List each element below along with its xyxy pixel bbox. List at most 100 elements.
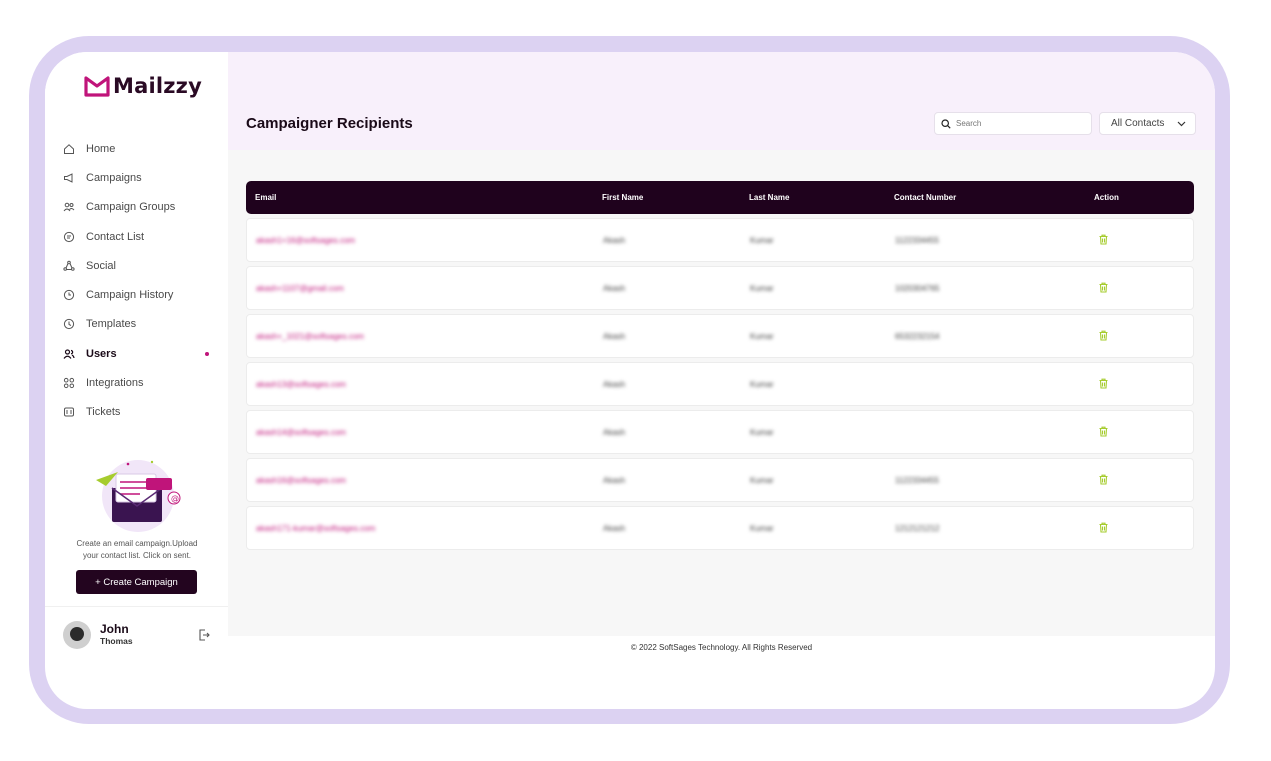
trash-icon[interactable] (1098, 234, 1109, 245)
profile-name: John (100, 622, 129, 636)
column-header-first-name[interactable]: First Name (602, 193, 643, 202)
table-row[interactable]: akash1+16@softsages.com Akash Kumar 1122… (246, 218, 1194, 262)
email-cell: akash14@softsages.com (256, 428, 346, 437)
sidebar-item-social[interactable]: Social (62, 251, 228, 280)
logo-mark-icon (84, 76, 110, 97)
promo-text: Create an email campaign.Upload your con… (76, 539, 198, 560)
social-icon (62, 259, 76, 273)
trash-icon[interactable] (1098, 474, 1109, 485)
avatar[interactable] (63, 621, 91, 649)
contact-number-cell: 1122334455 (895, 476, 939, 485)
grid-icon (62, 376, 76, 390)
megaphone-icon (62, 171, 76, 185)
sidebar-item-home[interactable]: Home (62, 134, 228, 163)
page-header: Campaigner Recipients All Contacts (228, 52, 1215, 150)
sidebar-item-label: Contact List (86, 230, 145, 243)
logo[interactable]: Mailzzy (83, 74, 202, 98)
user-profile[interactable]: John Thomas (45, 606, 228, 649)
last-name-cell: Kumar (750, 524, 774, 533)
filter-value: All Contacts (1111, 118, 1165, 129)
column-header-email[interactable]: Email (255, 193, 276, 202)
create-campaign-button[interactable]: + Create Campaign (76, 570, 197, 594)
svg-text:@: @ (171, 494, 179, 503)
sidebar-item-campaign-groups[interactable]: Campaign Groups (62, 193, 228, 222)
sidebar-item-campaign-history[interactable]: Campaign History (62, 280, 228, 309)
sidebar-item-label: Social (86, 259, 116, 272)
search-box[interactable] (934, 112, 1092, 135)
first-name-cell: Akash (603, 524, 626, 533)
last-name-cell: Kumar (750, 332, 774, 341)
sidebar-item-label: Tickets (86, 406, 121, 419)
trash-icon[interactable] (1098, 522, 1109, 533)
email-cell: akash13@softsages.com (256, 380, 346, 389)
table-row[interactable]: akash16@softsages.com Akash Kumar 112233… (246, 458, 1194, 502)
users-icon (62, 347, 76, 361)
last-name-cell: Kumar (750, 428, 774, 437)
table-row[interactable]: akash+_1021@softsages.com Akash Kumar 65… (246, 314, 1194, 358)
first-name-cell: Akash (603, 380, 626, 389)
sidebar-item-campaigns[interactable]: Campaigns (62, 163, 228, 192)
sidebar-item-label: Campaigns (86, 171, 142, 184)
sidebar-item-label: Campaign History (86, 289, 174, 302)
trash-icon[interactable] (1098, 330, 1109, 341)
contact-number-cell: 1020304765 (895, 284, 940, 293)
first-name-cell: Akash (603, 332, 626, 341)
first-name-cell: Akash (603, 428, 626, 437)
ticket-icon (62, 405, 76, 419)
sidebar-item-integrations[interactable]: Integrations (62, 368, 228, 397)
trash-icon[interactable] (1098, 426, 1109, 437)
footer: © 2022 SoftSages Technology. All Rights … (228, 636, 1215, 666)
active-indicator-dot (205, 352, 209, 357)
template-icon (62, 317, 76, 331)
last-name-cell: Kumar (750, 476, 774, 485)
contact-number-cell: 1122334455 (895, 236, 939, 245)
column-header-last-name[interactable]: Last Name (749, 193, 789, 202)
sidebar: Mailzzy Home Campaigns Campaign Groups C… (45, 52, 228, 636)
column-header-contact-number[interactable]: Contact Number (894, 193, 956, 202)
sidebar-item-templates[interactable]: Templates (62, 310, 228, 339)
email-cell: akash171-kumar@softsages.com (256, 524, 376, 533)
app-screen: Mailzzy Home Campaigns Campaign Groups C… (45, 52, 1215, 709)
search-input[interactable] (956, 119, 1076, 128)
profile-surname: Thomas (100, 636, 133, 646)
sidebar-item-tickets[interactable]: Tickets (62, 398, 228, 427)
search-icon (941, 118, 951, 129)
first-name-cell: Akash (603, 284, 626, 293)
sidebar-item-contact-list[interactable]: Contact List (62, 222, 228, 251)
email-cell: akash1+16@softsages.com (256, 236, 356, 245)
sidebar-item-users[interactable]: Users (62, 339, 228, 368)
sidebar-item-label: Home (86, 142, 116, 155)
last-name-cell: Kumar (750, 284, 774, 293)
main-content: Email First Name Last Name Contact Numbe… (228, 150, 1215, 636)
sidebar-item-label: Integrations (86, 377, 144, 390)
first-name-cell: Akash (603, 476, 626, 485)
last-name-cell: Kumar (750, 380, 774, 389)
contact-number-cell: 6532232154 (895, 332, 940, 341)
sidebar-nav: Home Campaigns Campaign Groups Contact L… (62, 134, 228, 427)
contact-number-cell: 1212121212 (895, 524, 940, 533)
email-cell: akash+_1021@softsages.com (256, 332, 364, 341)
logo-text: Mailzzy (113, 74, 202, 98)
column-header-action: Action (1094, 193, 1119, 202)
table-row[interactable]: akash171-kumar@softsages.com Akash Kumar… (246, 506, 1194, 550)
page-title: Campaigner Recipients (246, 115, 413, 132)
recipients-table: Email First Name Last Name Contact Numbe… (246, 181, 1194, 550)
email-campaign-illustration: @ (96, 460, 181, 532)
logout-icon[interactable] (197, 628, 211, 642)
sidebar-item-label: Templates (86, 318, 137, 331)
email-cell: akash16@softsages.com (256, 476, 346, 485)
home-icon (62, 142, 76, 156)
contact-icon (62, 230, 76, 244)
table-row[interactable]: akash14@softsages.com Akash Kumar (246, 410, 1194, 454)
first-name-cell: Akash (603, 236, 626, 245)
table-row[interactable]: akash+1107@gmail.com Akash Kumar 1020304… (246, 266, 1194, 310)
chevron-down-icon (1177, 121, 1186, 126)
contacts-filter-select[interactable]: All Contacts (1099, 112, 1196, 135)
email-cell: akash+1107@gmail.com (256, 284, 344, 293)
sidebar-item-label: Campaign Groups (86, 201, 176, 214)
table-row[interactable]: akash13@softsages.com Akash Kumar (246, 362, 1194, 406)
trash-icon[interactable] (1098, 378, 1109, 389)
sidebar-item-label: Users (86, 347, 117, 360)
last-name-cell: Kumar (750, 236, 774, 245)
trash-icon[interactable] (1098, 282, 1109, 293)
